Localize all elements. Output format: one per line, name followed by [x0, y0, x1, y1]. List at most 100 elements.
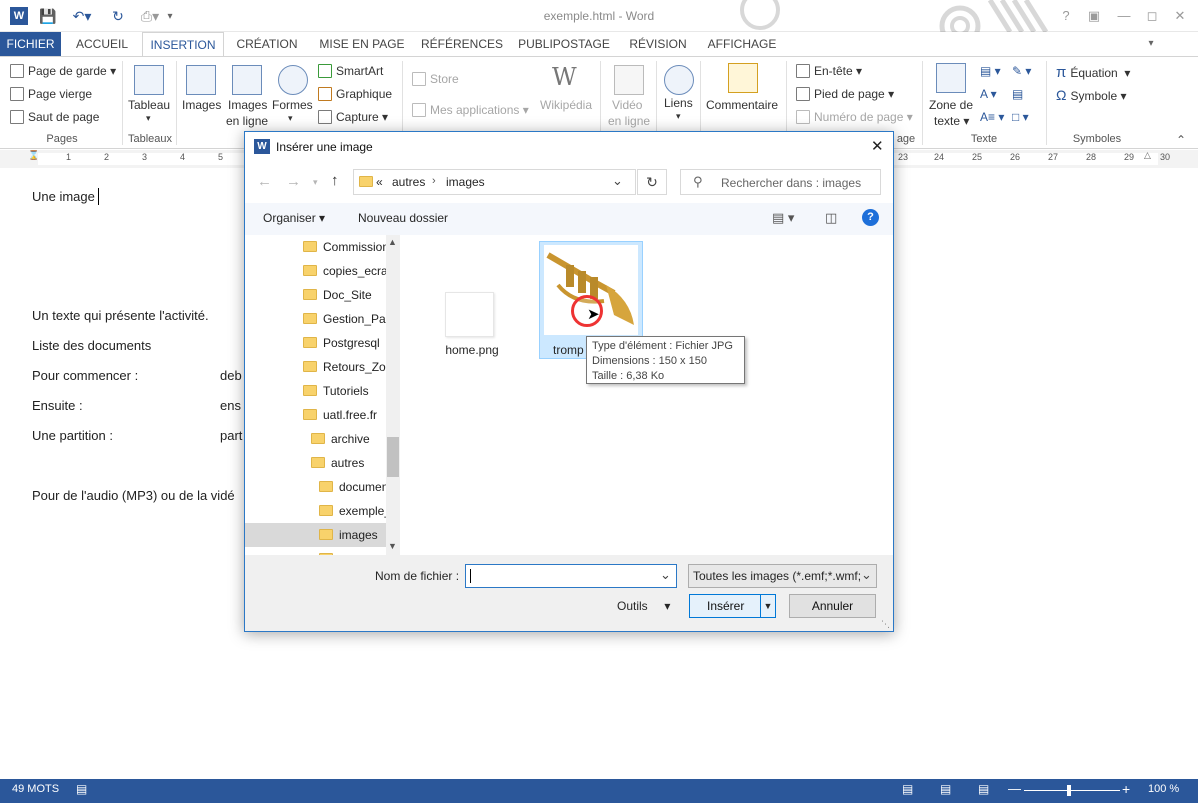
organiser-button[interactable]: Organiser ▾	[263, 211, 325, 225]
tab-accueil[interactable]: ACCUEIL	[68, 32, 136, 56]
scroll-thumb[interactable]	[387, 437, 399, 477]
zoom-in-icon[interactable]: +	[1122, 781, 1130, 797]
address-overflow[interactable]: «	[376, 175, 383, 189]
tab-fichier[interactable]: FICHIER	[0, 32, 61, 56]
object-icon[interactable]: □ ▾	[1012, 110, 1029, 124]
smartart-button[interactable]: SmartArt	[318, 64, 383, 78]
zoom-out-icon[interactable]: —	[1008, 781, 1021, 796]
file-thumbnail-home[interactable]	[445, 292, 494, 337]
tab-mise-en-page[interactable]: MISE EN PAGE	[314, 32, 410, 56]
indent-marker-icon[interactable]: ⌛	[28, 150, 39, 161]
filename-dropdown-icon[interactable]: ⌄	[660, 567, 671, 583]
ribbon-options-icon[interactable]: ▣	[1082, 6, 1106, 26]
tableau-button[interactable]: Tableau	[128, 98, 170, 112]
commentaire-button[interactable]: Commentaire	[706, 98, 778, 112]
search-box[interactable]: ⚲ Rechercher dans : images	[680, 169, 881, 195]
nav-item-gestion-pag[interactable]: Gestion_Pag	[303, 307, 387, 331]
en-tete-button[interactable]: En-tête ▾	[796, 64, 862, 78]
datetime-icon[interactable]: ▤	[1012, 87, 1023, 101]
zoom-slider[interactable]	[1024, 790, 1120, 791]
web-layout-icon[interactable]: ▤	[978, 782, 989, 796]
mes-applications-button[interactable]: Mes applications ▾	[412, 103, 529, 117]
tab-affichage[interactable]: AFFICHAGE	[702, 32, 782, 56]
nav-item-tutoriels[interactable]: Tutoriels	[303, 379, 387, 403]
zoom-slider-thumb[interactable]	[1067, 785, 1071, 796]
up-arrow-icon[interactable]: ↑	[331, 172, 339, 189]
formes-button[interactable]: Formes	[272, 98, 313, 112]
wikipedia-button[interactable]: Wikipédia	[540, 98, 592, 112]
nav-item-autres[interactable]: autres	[311, 451, 387, 475]
scroll-up-icon[interactable]: ▲	[388, 237, 397, 247]
tab-creation[interactable]: CRÉATION	[230, 32, 304, 56]
tab-references[interactable]: RÉFÉRENCES	[418, 32, 506, 56]
images-en-ligne-button[interactable]: Images	[228, 98, 267, 112]
dropcap-icon[interactable]: A≡ ▾	[980, 110, 1004, 124]
nav-item-images[interactable]: images	[245, 523, 386, 547]
address-bar[interactable]: « autres › images ⌄	[353, 169, 636, 195]
nav-item-uatl[interactable]: uatl.free.fr	[303, 403, 387, 427]
nav-item-copies-ecra[interactable]: copies_ecra	[303, 259, 387, 283]
file-name-trompette[interactable]: tromp	[553, 343, 584, 357]
account-chevron-icon[interactable]: ▾	[1144, 32, 1158, 56]
wordart-icon[interactable]: A ▾	[980, 87, 997, 101]
tab-insertion[interactable]: INSERTION	[142, 32, 224, 57]
nav-item-exemple[interactable]: exemple_	[319, 499, 387, 523]
liens-button[interactable]: Liens	[664, 96, 693, 110]
nouveau-dossier-button[interactable]: Nouveau dossier	[358, 211, 448, 225]
equation-button[interactable]: π Équation ▾	[1056, 64, 1130, 81]
page-vierge-button[interactable]: Page vierge	[10, 87, 92, 101]
forward-arrow-icon[interactable]: →	[286, 173, 301, 190]
breadcrumb-images[interactable]: images	[446, 175, 485, 189]
signature-icon[interactable]: ✎ ▾	[1012, 64, 1031, 78]
store-button[interactable]: Store	[412, 72, 459, 86]
nav-item-retours-zoo[interactable]: Retours_Zoo	[303, 355, 387, 379]
graphique-button[interactable]: Graphique	[318, 87, 392, 101]
view-options-icon[interactable]: ▤ ▾	[772, 210, 794, 226]
nav-item-commission[interactable]: Commission	[303, 235, 387, 259]
file-type-dropdown-icon[interactable]: ⌄	[861, 567, 872, 583]
refresh-icon[interactable]: ↻	[637, 169, 667, 195]
back-arrow-icon[interactable]: ←	[257, 173, 272, 190]
breadcrumb-autres[interactable]: autres	[392, 175, 425, 189]
filename-input[interactable]: ⌄	[465, 564, 677, 588]
folder-tree-scrollbar[interactable]: ▲ ▼	[386, 235, 400, 555]
maximize-icon[interactable]: ◻	[1140, 6, 1164, 26]
preview-pane-icon[interactable]: ◫	[825, 210, 837, 226]
minimize-icon[interactable]: —	[1112, 6, 1136, 26]
pied-de-page-button[interactable]: Pied de page ▾	[796, 87, 894, 101]
symbole-button[interactable]: Ω Symbole ▾	[1056, 87, 1127, 103]
annuler-button[interactable]: Annuler	[789, 594, 876, 618]
saut-de-page-button[interactable]: Saut de page	[10, 110, 99, 124]
dialog-close-icon[interactable]: ✕	[871, 137, 884, 155]
collapse-ribbon-icon[interactable]: ⌃	[1176, 133, 1186, 147]
formes-dropdown-icon[interactable]: ▾	[288, 113, 293, 124]
read-mode-icon[interactable]: ▤	[902, 782, 913, 796]
tab-revision[interactable]: RÉVISION	[624, 32, 692, 56]
help-icon[interactable]: ?	[862, 209, 879, 226]
resize-grip-icon[interactable]: ⋱	[881, 619, 890, 630]
inserer-dropdown-icon[interactable]: ▼	[760, 595, 775, 617]
nav-item-documen[interactable]: documen	[319, 475, 387, 499]
outils-button[interactable]: Outils ▾	[617, 599, 670, 613]
capture-button[interactable]: Capture ▾	[318, 110, 388, 124]
word-count[interactable]: 49 MOTS	[12, 783, 59, 795]
nav-item-doc-site[interactable]: Doc_Site	[303, 283, 387, 307]
file-type-select[interactable]: Toutes les images (*.emf;*.wmf; ⌄	[688, 564, 877, 588]
scroll-down-icon[interactable]: ▼	[388, 541, 397, 551]
liens-dropdown-icon[interactable]: ▾	[676, 111, 681, 122]
print-layout-icon[interactable]: ▤	[940, 782, 951, 796]
close-icon[interactable]: ✕	[1168, 6, 1192, 26]
nav-item-postgresql[interactable]: Postgresql	[303, 331, 387, 355]
zoom-level[interactable]: 100 %	[1148, 783, 1179, 795]
address-dropdown-icon[interactable]: ⌄	[612, 173, 623, 189]
numero-de-page-button[interactable]: Numéro de page ▾	[796, 110, 913, 124]
proofing-icon[interactable]: ▤	[76, 782, 87, 796]
zone-de-texte-button[interactable]: Zone de	[929, 98, 973, 112]
recent-dropdown-icon[interactable]: ▾	[313, 177, 318, 188]
page-de-garde-button[interactable]: Page de garde ▾	[10, 64, 116, 78]
quickparts-icon[interactable]: ▤ ▾	[980, 64, 1001, 78]
tab-publipostage[interactable]: PUBLIPOSTAGE	[514, 32, 614, 56]
images-button[interactable]: Images	[182, 98, 221, 112]
video-en-ligne-button[interactable]: Vidéo	[612, 98, 642, 112]
right-indent-marker-icon[interactable]: △	[1144, 150, 1151, 161]
